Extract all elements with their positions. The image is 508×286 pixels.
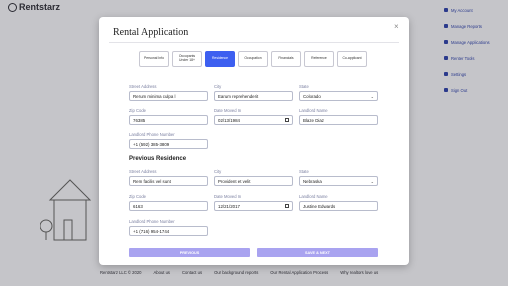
prev-zip-label: Zip Code [129, 194, 146, 199]
prev-landlord-phone-label: Landlord Phone Number [129, 219, 175, 224]
landlord-label: Landlord Name [299, 108, 328, 113]
previous-residence-heading: Previous Residence [129, 156, 187, 162]
gear-icon [444, 72, 448, 76]
footer-link-about[interactable]: About us [154, 270, 171, 275]
brand-name: Rentstarz [19, 2, 61, 12]
footer-link-background[interactable]: Our background reports [214, 270, 258, 275]
chevron-down-icon: ⌄ [370, 94, 374, 99]
state-select[interactable]: Colorado ⌄ [299, 91, 378, 101]
prev-date-value: 12/21/2017 [218, 203, 240, 209]
date-value: 02/13/1984 [218, 117, 240, 123]
prev-street-label: Street Address [129, 169, 157, 174]
prev-date-moved-input[interactable]: 12/21/2017 [214, 201, 293, 211]
prev-landlord-input[interactable]: Justine Edwards [299, 201, 378, 211]
report-icon [444, 24, 448, 28]
zip-input[interactable]: 76385 [129, 115, 208, 125]
user-icon [444, 8, 448, 12]
footer-link-contact[interactable]: Contact us [182, 270, 202, 275]
nav-item-renter-tools[interactable]: Renter Tools [444, 54, 508, 62]
nav-item-settings[interactable]: Settings [444, 70, 508, 78]
date-moved-input[interactable]: 02/13/1984 [214, 115, 293, 125]
landlord-input[interactable]: Blaze Diaz [299, 115, 378, 125]
state-label: State [299, 84, 309, 89]
nav-label: Settings [451, 71, 467, 77]
house-illustration [40, 179, 92, 241]
prev-date-moved-label: Date Moved In [214, 194, 242, 199]
prev-zip-input[interactable]: 6163 [129, 201, 208, 211]
nav-label: Sign Out [451, 87, 468, 93]
tools-icon [444, 56, 448, 60]
tab-co-applicant[interactable]: Co-applicant [337, 51, 367, 67]
prev-city-input[interactable]: Provident et velit [214, 176, 293, 186]
zip-label: Zip Code [129, 108, 146, 113]
nav-item-applications[interactable]: Manage Applications [444, 38, 508, 46]
landlord-phone-label: Landlord Phone Number [129, 132, 175, 137]
right-nav: My Account Manage Reports Manage Applica… [444, 6, 508, 102]
nav-item-signout[interactable]: Sign Out [444, 86, 508, 94]
prev-state-value: Nebraska [303, 178, 322, 184]
save-next-button[interactable]: SAVE & NEXT [257, 248, 378, 257]
nav-label: Manage Applications [451, 39, 490, 45]
close-icon[interactable]: × [394, 22, 399, 31]
calendar-icon[interactable] [285, 204, 289, 208]
prev-landlord-phone-input[interactable]: +1 (716) 954-1744 [129, 226, 208, 236]
nav-item-account[interactable]: My Account [444, 6, 508, 14]
nav-label: My Account [451, 7, 473, 13]
prev-city-label: City [214, 169, 222, 174]
street-label: Street Address [129, 84, 157, 89]
step-tabs: Personal Info Occupants Under 18+ Reside… [139, 51, 367, 67]
tab-occupation[interactable]: Occupation [238, 51, 268, 67]
date-moved-label: Date Moved In [214, 108, 242, 113]
footer-links: Rentstarz LLC © 2020 About us Contact us… [100, 270, 508, 275]
nav-item-reports[interactable]: Manage Reports [444, 22, 508, 30]
application-icon [444, 40, 448, 44]
calendar-icon[interactable] [285, 118, 289, 122]
tab-occupants[interactable]: Occupants Under 18+ [172, 51, 202, 67]
prev-state-select[interactable]: Nebraska ⌄ [299, 176, 378, 186]
tab-reference[interactable]: Reference [304, 51, 334, 67]
divider [109, 42, 399, 43]
prev-state-label: State [299, 169, 309, 174]
logo-mark-icon [8, 2, 17, 12]
landlord-phone-input[interactable]: +1 (592) 385-3809 [129, 139, 208, 149]
footer-link-realtors[interactable]: Why realtors love us [340, 270, 378, 275]
footer-link-process[interactable]: Our Rental Application Process [270, 270, 328, 275]
city-input[interactable]: Earum reprehenderit [214, 91, 293, 101]
tab-financials[interactable]: Financials [271, 51, 301, 67]
chevron-down-icon: ⌄ [370, 179, 374, 184]
modal-title: Rental Application [113, 27, 189, 38]
nav-label: Manage Reports [451, 23, 482, 29]
state-value: Colorado [303, 93, 321, 99]
prev-street-input[interactable]: Rem facilis vel sunt [129, 176, 208, 186]
tab-residence[interactable]: Residence [205, 51, 235, 67]
sign-out-icon [444, 88, 448, 92]
brand-logo[interactable]: Rentstarz [8, 2, 60, 12]
rental-application-modal: Rental Application × Personal Info Occup… [99, 17, 409, 265]
nav-label: Renter Tools [451, 55, 475, 61]
previous-button[interactable]: PREVIOUS [129, 248, 250, 257]
street-input[interactable]: Rerum minima culpa l [129, 91, 208, 101]
city-label: City [214, 84, 222, 89]
tab-personal-info[interactable]: Personal Info [139, 51, 169, 67]
prev-landlord-label: Landlord Name [299, 194, 328, 199]
footer-copyright: Rentstarz LLC © 2020 [100, 270, 142, 275]
